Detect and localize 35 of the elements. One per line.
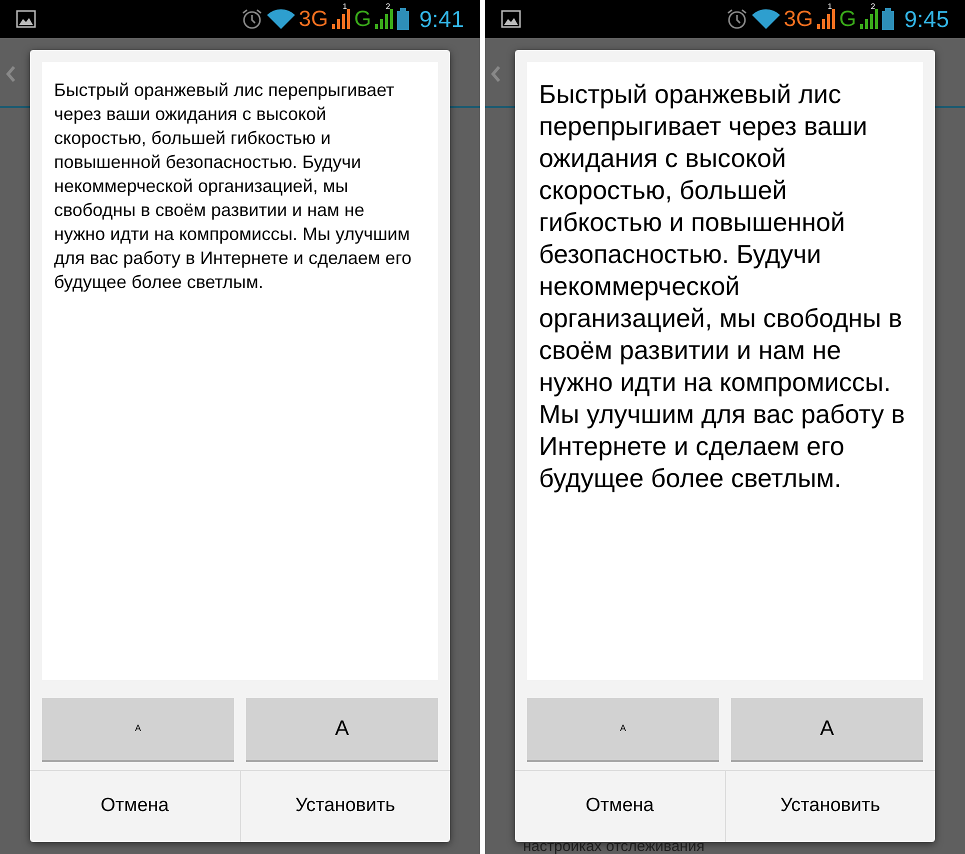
preview-text: Быстрый оранжевый лис перепрыгивает через ваши ожидания с высокой скоростью, большей гибкостью и повышенной безопасностью. Будучи некоммерческой организацией, мы свободны в своём развитии и нам не нужно идти на компромиссы. Мы улучшим для вас работу в Интернете и сделаем его будущее более светлым. <box>539 78 906 494</box>
decrease-text-size-button[interactable]: A <box>42 698 234 762</box>
decrease-text-size-button[interactable]: A <box>527 698 719 762</box>
image-icon <box>501 10 521 28</box>
cancel-button[interactable]: Отмена <box>515 771 726 842</box>
network-type: 3G <box>784 8 814 30</box>
signal-icon <box>375 9 394 29</box>
battery-icon <box>882 8 894 30</box>
sim-number: 2 <box>386 3 390 11</box>
background-text: настройках отслеживания <box>523 840 704 853</box>
set-button[interactable]: Установить <box>726 771 935 842</box>
alarm-clock-icon <box>726 8 748 30</box>
wifi-icon <box>266 9 295 29</box>
back-chevron-icon <box>6 66 16 82</box>
increase-text-size-button[interactable]: A <box>246 698 438 762</box>
image-icon <box>16 10 36 28</box>
sim-number: 1 <box>342 3 348 11</box>
sim-number: 1 <box>828 3 832 11</box>
sim-number: 2 <box>870 3 876 11</box>
wifi-icon <box>752 9 780 29</box>
signal-icon <box>332 9 350 29</box>
set-button[interactable]: Установить <box>240 771 450 842</box>
increase-text-size-button[interactable]: A <box>731 698 923 762</box>
network-type: G <box>354 8 372 30</box>
signal-icon <box>817 9 836 29</box>
network-type: G <box>839 8 856 30</box>
clock-time: 9:45 <box>904 8 949 30</box>
alarm-clock-icon <box>240 8 263 30</box>
clock-time: 9:41 <box>419 8 464 30</box>
signal-icon <box>860 9 878 29</box>
preview-text: Быстрый оранжевый лис перепрыгивает через ваши ожидания с высокой скоростью, большей гибкостью и повышенной безопасностью. Будучи некоммерческой организацией, мы свободны в своём развитии и нам не нужно идти на компромиссы. Мы улучшим для вас работу в Интернете и сделаем его будущее более светлым. <box>54 79 412 294</box>
cancel-button[interactable]: Отмена <box>30 771 240 842</box>
battery-icon <box>397 8 410 30</box>
network-type: 3G <box>298 8 328 30</box>
back-chevron-icon <box>491 66 501 82</box>
